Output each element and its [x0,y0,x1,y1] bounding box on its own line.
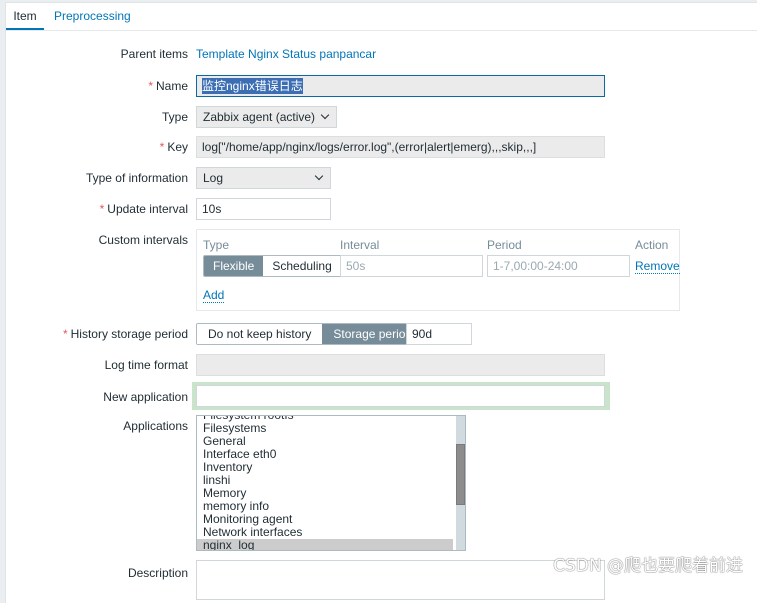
period-input[interactable]: 1-7,00:00-24:00 [487,255,630,277]
required-mark: * [159,140,165,154]
tab-item[interactable]: Item [6,9,44,30]
log-time-format-input[interactable] [196,354,605,376]
watermark: CSDN @爬也要爬着前进 [553,556,743,576]
application-option[interactable]: nginx_log [197,539,453,550]
row-name: * Name 监控nginx错误日志 [6,75,757,97]
col-header-period: Period [487,238,522,252]
required-mark: * [99,202,105,216]
remove-interval-link[interactable]: Remove [635,259,680,274]
tab-bar: Item Preprocessing [6,3,757,31]
name-label: * Name [148,79,188,93]
new-application-label: New application [103,390,188,404]
new-application-input[interactable] [196,385,605,407]
log-time-format-label: Log time format [104,358,188,372]
custom-intervals-table: Type Interval Period Action Flexible Sch… [196,229,680,311]
key-label-text: Key [167,140,188,154]
type-of-information-value: Log [203,171,224,185]
description-textarea[interactable] [196,560,605,600]
applications-label: Applications [123,419,188,433]
applications-listbox[interactable]: Filesystem rootfs Filesystems General Inter… [196,415,466,551]
name-input[interactable]: 监控nginx错误日志 [196,75,605,97]
name-value: 监控nginx错误日志 [202,78,303,94]
history-period-input[interactable]: 90d [406,323,472,345]
row-update-interval: * Update interval 10s [6,198,757,220]
history-storage-toggle: Do not keep history Storage period [196,323,425,345]
row-applications: Applications Filesystem rootfs Filesystem… [6,415,757,551]
row-parent-items: Parent items Template Nginx Status panpa… [6,47,757,65]
history-storage-label-text: History storage period [70,327,188,341]
interval-type-toggle: Flexible Scheduling [203,255,342,277]
applications-options: Filesystem rootfs Filesystems General Inter… [197,416,453,550]
update-interval-label: * Update interval [100,202,188,216]
type-value: Zabbix agent (active) [203,110,316,124]
row-type: Type Zabbix agent (active) [6,106,757,128]
tab-preprocessing[interactable]: Preprocessing [54,9,131,30]
do-not-keep-history-button[interactable]: Do not keep history [197,324,323,344]
key-input[interactable]: log["/home/app/nginx/logs/error.log",(er… [196,136,605,158]
row-custom-intervals: Custom intervals Type Interval Period Ac… [6,229,757,311]
listbox-scrollbar[interactable] [456,416,465,550]
col-header-type: Type [203,238,230,252]
description-label: Description [127,566,188,580]
update-interval-label-text: Update interval [107,202,188,216]
update-interval-input[interactable]: 10s [196,198,331,220]
row-type-of-information: Type of information Log [6,167,757,189]
period-placeholder: 1-7,00:00-24:00 [493,259,578,273]
custom-intervals-label: Custom intervals [98,233,188,247]
interval-input[interactable]: 50s [340,255,483,277]
col-header-interval: Interval [340,238,380,252]
type-of-information-select[interactable]: Log [196,167,331,189]
scrollbar-thumb[interactable] [456,444,465,505]
chevron-down-icon [320,110,330,120]
type-label: Type [161,110,188,124]
scheduling-button[interactable]: Scheduling [263,256,341,276]
parent-items-link[interactable]: Template Nginx Status panpancar [196,47,376,61]
row-history-storage: * History storage period Do not keep hist… [6,323,757,345]
row-new-application: New application [6,382,757,410]
item-form-page: Item Preprocessing Parent items Template… [5,2,757,603]
required-mark: * [62,327,68,341]
interval-placeholder: 50s [346,259,366,273]
col-header-action: Action [635,238,669,252]
required-mark: * [148,79,153,93]
type-of-information-label: Type of information [85,171,188,185]
parent-items-label: Parent items [120,47,188,61]
add-interval-link[interactable]: Add [203,288,225,303]
row-key: * Key log["/home/app/nginx/logs/error.log… [6,136,757,158]
chevron-down-icon [314,171,324,181]
key-label: * Key [160,140,188,154]
name-label-text: Name [155,79,188,93]
flexible-button[interactable]: Flexible [204,256,264,276]
history-storage-label: * History storage period [63,327,188,341]
row-log-time-format: Log time format [6,354,757,376]
type-select[interactable]: Zabbix agent (active) [196,106,337,128]
application-option[interactable]: Inventory [197,461,453,474]
